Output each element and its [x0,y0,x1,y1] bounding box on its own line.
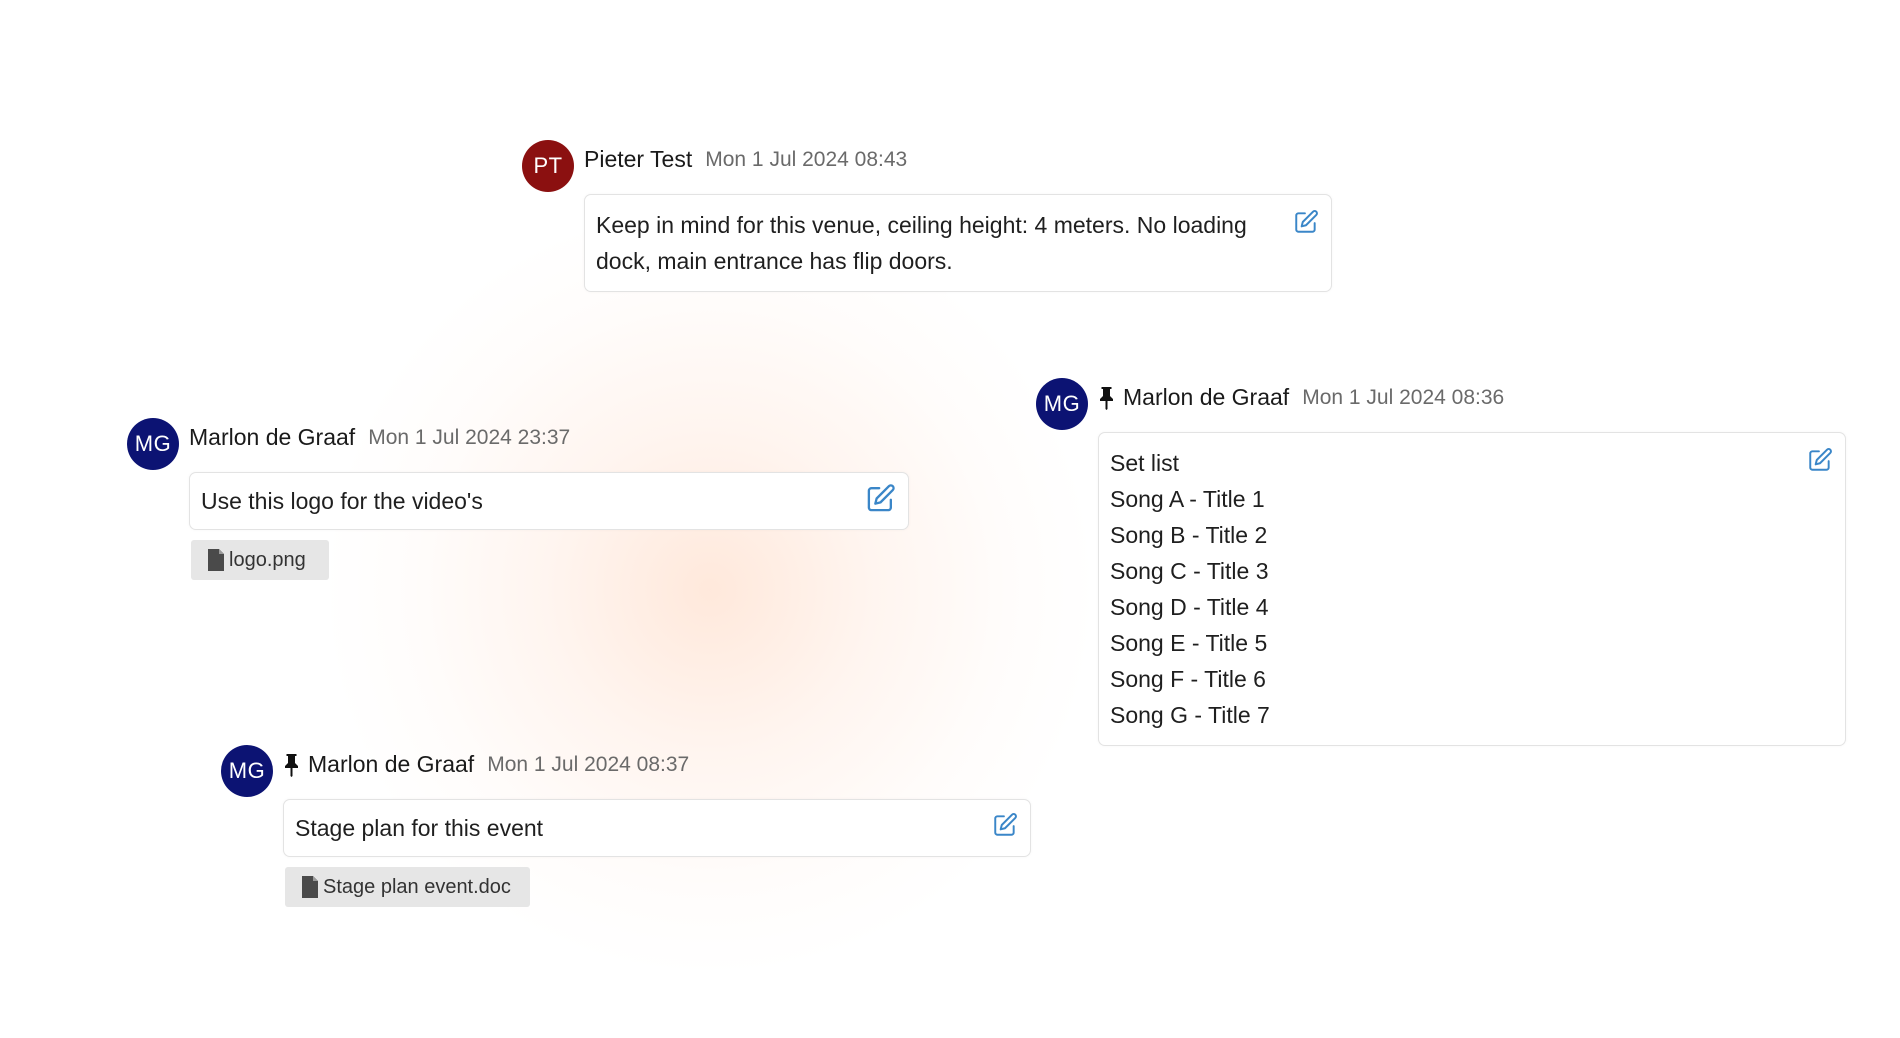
note-stage-plan: MG Marlon de Graaf Mon 1 Jul 2024 08:37 … [221,745,1031,907]
note-set-list: MG Marlon de Graaf Mon 1 Jul 2024 08:36 … [1036,378,1846,746]
note-timestamp: Mon 1 Jul 2024 08:43 [705,147,908,171]
note-bubble: Keep in mind for this venue, ceiling hei… [584,194,1332,292]
attachment-filename: logo.png [229,548,306,571]
note-meta: Pieter Test Mon 1 Jul 2024 08:43 [584,146,907,173]
note-bubble: Use this logo for the video's [189,472,909,530]
note-text-line: Set list [1110,450,1180,476]
note-meta: Marlon de Graaf Mon 1 Jul 2024 23:37 [189,424,570,451]
note-header: PT Pieter Test Mon 1 Jul 2024 08:43 [522,140,1332,194]
author-name: Marlon de Graaf [1123,384,1290,410]
note-text-line: Use this logo for the video's [201,488,483,514]
attachment-chip[interactable]: logo.png [191,540,329,580]
note-header: MG Marlon de Graaf Mon 1 Jul 2024 08:37 [221,745,1031,799]
avatar: MG [127,418,179,470]
edit-icon[interactable] [1293,209,1319,235]
attachment-filename: Stage plan event.doc [323,875,511,898]
note-bubble: Set list Song A - Title 1 Song B - Title… [1098,432,1846,746]
attachment-chip[interactable]: Stage plan event.doc [285,867,530,907]
author-name: Pieter Test [584,146,693,172]
note-text-line: Song E - Title 5 [1110,630,1268,656]
edit-icon[interactable] [1807,447,1833,473]
file-icon [208,549,224,571]
note-timestamp: Mon 1 Jul 2024 08:37 [487,752,690,776]
note-meta: Marlon de Graaf Mon 1 Jul 2024 08:36 [1098,384,1504,411]
note-text-line: Song F - Title 6 [1110,666,1266,692]
pin-icon [1100,386,1113,410]
note-bubble: Stage plan for this event [283,799,1031,857]
note-text-line: Song C - Title 3 [1110,558,1269,584]
note-text-line: Song G - Title 7 [1110,702,1270,728]
author-name: Marlon de Graaf [308,751,475,777]
note-text-line: Keep in mind for this venue, ceiling hei… [596,212,1247,238]
edit-icon[interactable] [992,812,1018,838]
note-text-line: Stage plan for this event [295,815,544,841]
note-timestamp: Mon 1 Jul 2024 23:37 [368,425,571,449]
file-icon [302,876,318,898]
note-pieter-test: PT Pieter Test Mon 1 Jul 2024 08:43 Keep… [522,140,1332,292]
note-text-line: Song A - Title 1 [1110,486,1265,512]
author-name: Marlon de Graaf [189,424,356,450]
note-logo: MG Marlon de Graaf Mon 1 Jul 2024 23:37 … [127,418,909,580]
avatar: MG [221,745,273,797]
note-text-line: dock, main entrance has flip doors. [596,248,953,274]
note-meta: Marlon de Graaf Mon 1 Jul 2024 08:37 [283,751,689,778]
edit-icon[interactable] [865,483,896,514]
note-text-line: Song B - Title 2 [1110,522,1268,548]
avatar: MG [1036,378,1088,430]
note-header: MG Marlon de Graaf Mon 1 Jul 2024 08:36 [1036,378,1846,432]
note-text-line: Song D - Title 4 [1110,594,1269,620]
pin-icon [285,753,298,777]
note-timestamp: Mon 1 Jul 2024 08:36 [1302,385,1505,409]
avatar: PT [522,140,574,192]
note-header: MG Marlon de Graaf Mon 1 Jul 2024 23:37 [127,418,909,472]
